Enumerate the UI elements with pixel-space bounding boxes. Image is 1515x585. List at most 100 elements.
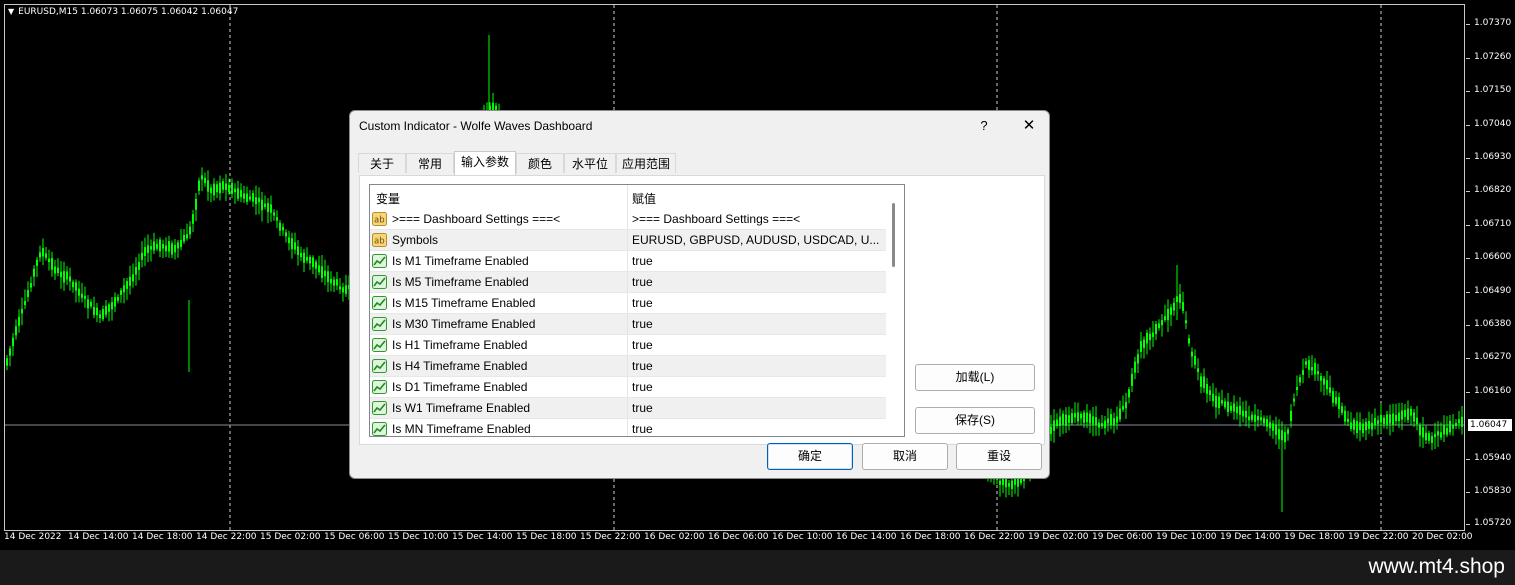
time-label: 19 Dec 22:00	[1348, 532, 1409, 542]
price-tick	[1466, 292, 1470, 293]
variable-value[interactable]: >=== Dashboard Settings ===<	[632, 212, 884, 226]
variable-value[interactable]: true	[632, 275, 884, 289]
svg-text:ab: ab	[374, 216, 385, 226]
variable-value[interactable]: true	[632, 296, 884, 310]
bool-icon	[372, 401, 387, 415]
table-row[interactable]: ab >=== Dashboard Settings ===< >=== Dashb…	[370, 209, 886, 230]
inputs-panel: 变量 赋值 ab >=== Dashboard Settings ===< >===…	[359, 175, 1045, 445]
price-label: 1.06380	[1474, 319, 1512, 329]
variable-name: Is H1 Timeframe Enabled	[392, 338, 528, 352]
current-price-label: 1.06047	[1468, 419, 1512, 431]
time-label: 15 Dec 02:00	[260, 532, 321, 542]
variable-value[interactable]: true	[632, 338, 884, 352]
price-tick	[1466, 392, 1470, 393]
price-tick	[1466, 158, 1470, 159]
column-separator	[627, 314, 628, 335]
price-label: 1.06270	[1474, 352, 1512, 362]
symbol-info: ▼ EURUSD,M15 1.06073 1.06075 1.06042 1.06…	[8, 7, 238, 17]
save-button[interactable]: 保存(S)	[915, 407, 1035, 434]
price-label: 1.07370	[1474, 18, 1512, 28]
table-row[interactable]: Is M5 Timeframe Enabled true	[370, 272, 886, 293]
price-tick	[1466, 492, 1470, 493]
table-row[interactable]: Is W1 Timeframe Enabled true	[370, 398, 886, 419]
table-row[interactable]: Is MN Timeframe Enabled true	[370, 419, 886, 436]
variable-name: >=== Dashboard Settings ===<	[392, 212, 561, 226]
time-axis[interactable]: 14 Dec 2022 14 Dec 14:00 14 Dec 18:00 14 De…	[0, 531, 1473, 550]
variable-name: Is H4 Timeframe Enabled	[392, 359, 528, 373]
svg-text:ab: ab	[374, 237, 385, 247]
grid-scrollbar[interactable]	[886, 185, 904, 436]
help-icon[interactable]: ?	[972, 115, 996, 137]
brand-watermark: www.mt4.shop	[1368, 555, 1505, 578]
time-label: 16 Dec 18:00	[900, 532, 961, 542]
custom-indicator-dialog: Custom Indicator - Wolfe Waves Dashboard…	[349, 110, 1050, 479]
tab-colors[interactable]: 颜色	[516, 153, 564, 173]
time-label: 16 Dec 14:00	[836, 532, 897, 542]
table-row[interactable]: Is H1 Timeframe Enabled true	[370, 335, 886, 356]
variable-name: Symbols	[392, 233, 439, 247]
price-tick	[1466, 125, 1470, 126]
price-label: 1.06710	[1474, 219, 1512, 229]
table-row[interactable]: Is M1 Timeframe Enabled true	[370, 251, 886, 272]
table-row[interactable]: Is M30 Timeframe Enabled true	[370, 314, 886, 335]
bool-icon	[372, 254, 387, 268]
price-axis[interactable]: 1.07370 1.07260 1.07150 1.07040 1.06930 1.068…	[1466, 0, 1515, 550]
time-label: 19 Dec 02:00	[1028, 532, 1089, 542]
variable-value[interactable]: true	[632, 401, 884, 415]
table-row[interactable]: ab Symbols EURUSD, GBPUSD, AUDUSD, USDCAD,…	[370, 230, 886, 251]
tab-about[interactable]: 关于	[358, 153, 406, 173]
ab-icon: ab	[372, 233, 387, 247]
variable-value[interactable]: true	[632, 422, 884, 436]
ok-button[interactable]: 确定	[767, 443, 853, 470]
price-label: 1.05720	[1474, 518, 1512, 528]
price-tick	[1466, 258, 1470, 259]
price-label: 1.05830	[1474, 486, 1512, 496]
price-tick	[1466, 58, 1470, 59]
dropdown-triangle-icon[interactable]: ▼	[8, 7, 14, 16]
tab-levels[interactable]: 水平位	[564, 153, 616, 173]
bool-icon	[372, 317, 387, 331]
time-label: 16 Dec 22:00	[964, 532, 1025, 542]
variable-value[interactable]: true	[632, 380, 884, 394]
inputs-grid: 变量 赋值 ab >=== Dashboard Settings ===< >===…	[369, 184, 905, 437]
variable-name: Is D1 Timeframe Enabled	[392, 380, 528, 394]
table-row[interactable]: Is M15 Timeframe Enabled true	[370, 293, 886, 314]
time-label: 19 Dec 14:00	[1220, 532, 1281, 542]
variable-value[interactable]: true	[632, 254, 884, 268]
table-row[interactable]: Is D1 Timeframe Enabled true	[370, 377, 886, 398]
cancel-button[interactable]: 取消	[862, 443, 948, 470]
table-row[interactable]: Is H4 Timeframe Enabled true	[370, 356, 886, 377]
scrollbar-thumb[interactable]	[892, 203, 895, 267]
load-button[interactable]: 加载(L)	[915, 364, 1035, 391]
variable-name: Is M1 Timeframe Enabled	[392, 254, 529, 268]
time-label: 15 Dec 22:00	[580, 532, 641, 542]
variable-value[interactable]: true	[632, 317, 884, 331]
price-tick	[1466, 24, 1470, 25]
time-label: 14 Dec 2022	[4, 532, 62, 542]
tab-inputs[interactable]: 输入参数	[454, 151, 516, 175]
tab-visualization[interactable]: 应用范围	[616, 153, 676, 173]
column-header-value[interactable]: 赋值	[632, 190, 656, 207]
time-label: 15 Dec 18:00	[516, 532, 577, 542]
bool-icon	[372, 275, 387, 289]
column-separator	[627, 251, 628, 272]
price-tick	[1466, 91, 1470, 92]
price-label: 1.06930	[1474, 152, 1512, 162]
price-label: 1.07150	[1474, 85, 1512, 95]
variable-name: Is M30 Timeframe Enabled	[392, 317, 536, 331]
column-separator	[627, 419, 628, 436]
price-tick	[1466, 524, 1470, 525]
bool-icon	[372, 359, 387, 373]
variable-value[interactable]: true	[632, 359, 884, 373]
price-label: 1.07040	[1474, 119, 1512, 129]
time-label: 16 Dec 02:00	[644, 532, 705, 542]
tab-common[interactable]: 常用	[406, 153, 454, 173]
column-separator	[627, 209, 628, 230]
time-label: 20 Dec 02:00	[1412, 532, 1473, 542]
time-label: 14 Dec 18:00	[132, 532, 193, 542]
reset-button[interactable]: 重设	[956, 443, 1042, 470]
variable-value[interactable]: EURUSD, GBPUSD, AUDUSD, USDCAD, U...	[632, 233, 884, 247]
close-icon[interactable]: ✕	[1017, 115, 1041, 137]
price-label: 1.06160	[1474, 386, 1512, 396]
column-header-variable[interactable]: 变量	[376, 190, 400, 207]
